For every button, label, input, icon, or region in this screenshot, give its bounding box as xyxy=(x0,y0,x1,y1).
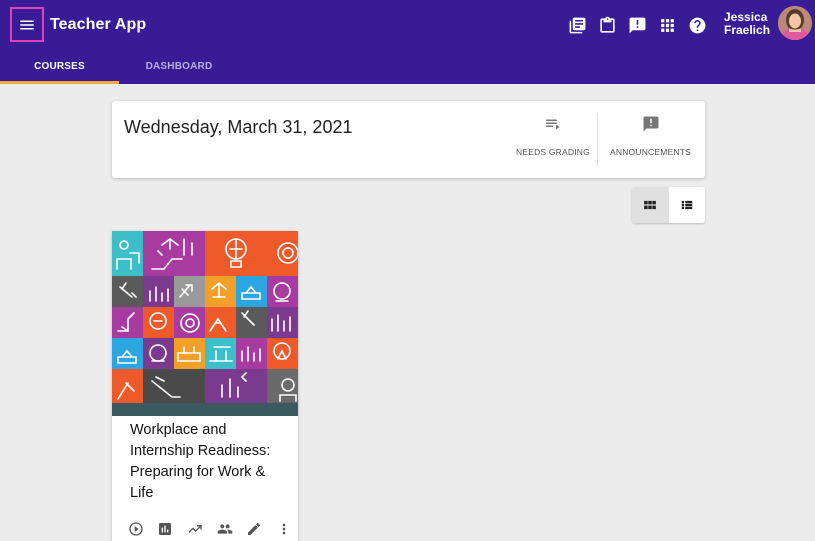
gradebook-icon xyxy=(569,17,585,33)
more-vert-icon xyxy=(282,523,286,535)
announcements-card-button[interactable]: ANNOUNCEMENTS xyxy=(610,115,691,165)
current-date: Wednesday, March 31, 2021 xyxy=(124,117,353,137)
play-icon xyxy=(129,522,143,536)
course-reports-button[interactable] xyxy=(151,518,181,540)
header-toolbar xyxy=(566,14,716,36)
avatar[interactable] xyxy=(778,6,812,40)
apps-button[interactable] xyxy=(656,14,678,36)
app-title: Teacher App xyxy=(50,16,147,33)
announcement-icon xyxy=(629,17,645,33)
grid-view-icon xyxy=(644,200,657,210)
course-title[interactable]: Workplace and Internship Readiness: Prep… xyxy=(130,420,290,504)
analytics-icon xyxy=(188,525,202,533)
list-view-icon xyxy=(681,200,692,210)
date-card: Wednesday, March 31, 2021 NEEDS GRADING … xyxy=(112,101,705,178)
course-actions xyxy=(121,518,299,540)
reports-icon xyxy=(159,523,172,535)
tab-label: COURSES xyxy=(34,60,85,72)
assignments-button[interactable] xyxy=(596,14,618,36)
list-view-button[interactable] xyxy=(669,187,706,223)
playlist-grading-icon xyxy=(546,119,560,130)
course-more-button[interactable] xyxy=(269,518,299,540)
clipboard-icon xyxy=(599,16,615,33)
tab-label: DASHBOARD xyxy=(145,60,213,72)
tab-dashboard[interactable]: DASHBOARD xyxy=(119,48,239,84)
course-edit-button[interactable] xyxy=(239,518,269,540)
user-photo-icon xyxy=(778,6,812,40)
course-card[interactable]: Workplace and Internship Readiness: Prep… xyxy=(112,231,298,541)
divider xyxy=(597,113,598,166)
needs-grading-button[interactable]: NEEDS GRADING xyxy=(516,115,590,165)
app-bar: Teacher App Jessica Fraelich COURSES DAS… xyxy=(0,0,815,84)
help-icon xyxy=(689,17,705,33)
people-icon xyxy=(217,524,232,534)
course-start-button[interactable] xyxy=(121,518,151,540)
edit-icon xyxy=(248,522,261,535)
view-toggle xyxy=(632,187,705,223)
course-people-button[interactable] xyxy=(210,518,240,540)
gradebook-button[interactable] xyxy=(566,14,588,36)
help-button[interactable] xyxy=(686,14,708,36)
tab-courses[interactable]: COURSES xyxy=(0,48,119,84)
announcement-icon xyxy=(643,116,658,132)
nav-tabs: COURSES DASHBOARD xyxy=(0,48,239,84)
announcements-button[interactable] xyxy=(626,14,648,36)
hamburger-menu-icon xyxy=(20,20,34,29)
grid-view-button[interactable] xyxy=(632,187,669,223)
course-banner-image xyxy=(112,231,298,416)
user-name[interactable]: Jessica Fraelich xyxy=(724,11,774,37)
announcements-label: ANNOUNCEMENTS xyxy=(610,147,691,157)
course-analytics-button[interactable] xyxy=(180,518,210,540)
apps-grid-icon xyxy=(660,18,674,32)
needs-grading-label: NEEDS GRADING xyxy=(516,147,590,157)
menu-button[interactable] xyxy=(10,7,44,42)
